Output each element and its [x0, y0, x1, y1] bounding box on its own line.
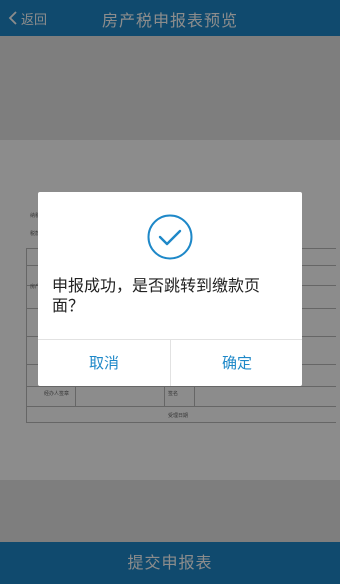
dialog-message: 申报成功，是否跳转到缴款页面？ [52, 276, 261, 315]
confirm-button[interactable]: 确定 [171, 340, 303, 386]
success-dialog: 申报成功，是否跳转到缴款页面？ 取消 确定 [38, 192, 302, 386]
cancel-button[interactable]: 取消 [38, 340, 170, 386]
check-circle-icon [146, 213, 194, 261]
